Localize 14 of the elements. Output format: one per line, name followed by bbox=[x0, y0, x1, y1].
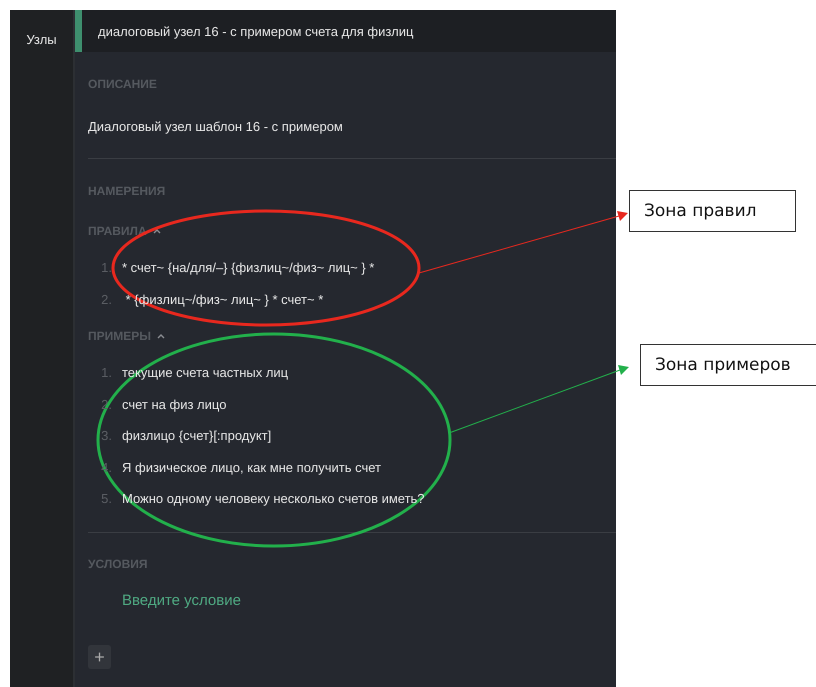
sidebar-item[interactable]: Узлы bbox=[26, 32, 57, 47]
callout-label: Зона правил bbox=[629, 190, 796, 232]
node-title: диалоговый узел 16 - с примером счета для физлиц bbox=[98, 24, 414, 38]
add-button[interactable]: + bbox=[88, 644, 111, 668]
description-text: Диалоговый узел шаблон 16 - с примером bbox=[88, 119, 344, 134]
list-item[interactable]: * счет~ {на/для/–} {физлиц~/физ~ лиц~ } * bbox=[122, 260, 374, 276]
chevron-icon[interactable] bbox=[157, 333, 166, 339]
condition-input[interactable]: Введите условие bbox=[122, 592, 422, 608]
accent-bar bbox=[75, 10, 82, 52]
callout-label: Зона примеров bbox=[640, 344, 816, 386]
list-item[interactable]: физлицо {счет}[:продукт] bbox=[122, 428, 272, 444]
list-item[interactable]: счет на физ лицо bbox=[122, 396, 226, 412]
chevron-icon[interactable] bbox=[152, 228, 161, 234]
list-item[interactable]: Я физическое лицо, как мне получить счет bbox=[122, 460, 381, 475]
